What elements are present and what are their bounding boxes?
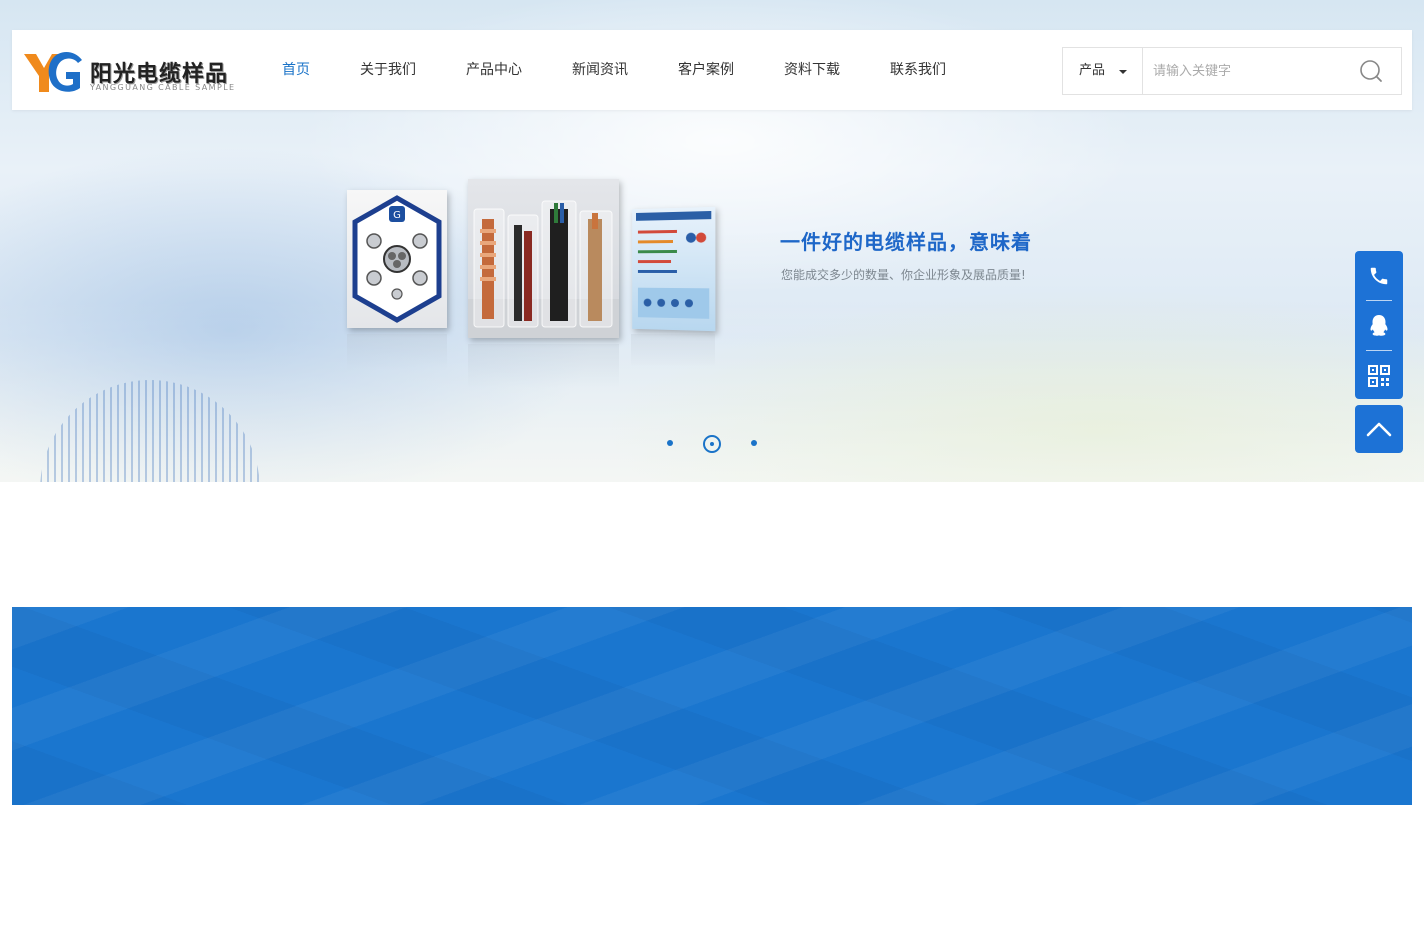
qq-icon <box>1368 314 1390 338</box>
nav-item-home[interactable]: 首页 <box>282 30 310 110</box>
side-phone-button[interactable] <box>1355 251 1403 300</box>
side-qrcode-button[interactable] <box>1355 351 1403 400</box>
logo-yg-mark <box>22 46 86 96</box>
search-type-select[interactable]: 产品 <box>1063 48 1143 94</box>
svg-text:G: G <box>393 210 401 221</box>
product-reflection <box>468 344 619 388</box>
caret-down-icon <box>1119 70 1127 74</box>
search-button[interactable] <box>1353 58 1389 84</box>
banner-headline: 一件好的电缆样品，意味着 <box>780 226 1032 255</box>
banner-pagination <box>660 434 770 454</box>
site-header: 阳光电缆样品 YANGGUANG CABLE SAMPLE 首页 关于我们 产品… <box>12 30 1412 110</box>
side-contact-bar <box>1355 251 1403 399</box>
product-reflection <box>347 334 447 370</box>
search-icon <box>1353 58 1389 84</box>
search-input[interactable] <box>1143 48 1343 94</box>
nav-item-contact[interactable]: 联系我们 <box>890 30 946 110</box>
banner-dot-2[interactable] <box>703 435 721 453</box>
search-type-label: 产品 <box>1079 63 1105 78</box>
site-logo[interactable]: 阳光电缆样品 YANGGUANG CABLE SAMPLE <box>22 46 252 96</box>
product-hexagon-sample-board: G <box>347 190 447 328</box>
back-to-top-button[interactable] <box>1355 405 1403 453</box>
nav-item-products[interactable]: 产品中心 <box>466 30 522 110</box>
search-bar: 产品 <box>1062 47 1402 95</box>
side-qq-button[interactable] <box>1355 301 1403 350</box>
nav-item-news[interactable]: 新闻资讯 <box>572 30 628 110</box>
product-cable-sample-panel <box>632 207 715 331</box>
banner-subline: 您能成交多少的数量、你企业形象及展品质量! <box>781 266 1026 283</box>
blue-feature-band <box>12 607 1412 805</box>
main-nav: 首页 关于我们 产品中心 新闻资讯 客户案例 资料下载 联系我们 <box>282 30 996 110</box>
chevron-up-icon <box>1366 421 1392 437</box>
banner-dot-1[interactable] <box>667 440 673 446</box>
logo-name-en: YANGGUANG CABLE SAMPLE <box>90 83 236 92</box>
qrcode-icon <box>1368 365 1390 387</box>
product-reflection <box>631 334 715 366</box>
nav-item-about[interactable]: 关于我们 <box>360 30 416 110</box>
nav-item-downloads[interactable]: 资料下载 <box>784 30 840 110</box>
product-cable-tubes <box>468 179 619 338</box>
nav-item-cases[interactable]: 客户案例 <box>678 30 734 110</box>
banner-dot-3[interactable] <box>751 440 757 446</box>
phone-icon <box>1368 265 1390 287</box>
